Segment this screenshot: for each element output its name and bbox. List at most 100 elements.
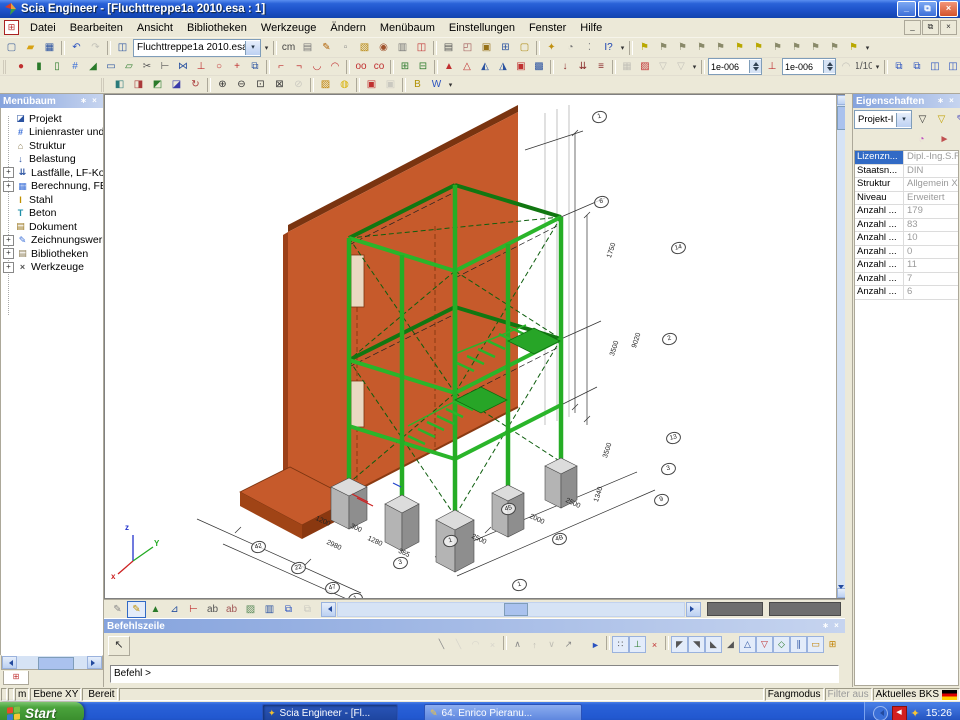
- sidebar-item-stahl[interactable]: IStahl: [1, 193, 103, 207]
- show-hatching-icon[interactable]: ▨: [241, 601, 260, 618]
- close-panel-icon[interactable]: ×: [946, 96, 957, 107]
- table-edit-icon[interactable]: ⊟: [414, 58, 432, 75]
- tray-volume-icon[interactable]: ◀: [892, 706, 907, 720]
- hinge-co-icon[interactable]: co: [370, 58, 388, 75]
- menu-bearbeiten[interactable]: Bearbeiten: [63, 20, 130, 36]
- minimize-button[interactable]: _: [897, 1, 916, 17]
- zoom-document-icon[interactable]: ◔: [561, 39, 580, 56]
- property-row[interactable]: Anzahl ...7: [855, 273, 958, 287]
- sidebar-item-linienraster-und-g[interactable]: #Linienraster und G: [1, 126, 103, 140]
- member-column-icon[interactable]: ▯: [48, 58, 66, 75]
- view-params-dropdown-icon[interactable]: ▾: [863, 44, 872, 52]
- property-row[interactable]: Anzahl ...11: [855, 259, 958, 273]
- snap-cursor-icon[interactable]: ►: [587, 636, 604, 653]
- hinge-link-icon[interactable]: ◡: [308, 58, 326, 75]
- clipboard-icon[interactable]: ▧: [355, 39, 374, 56]
- render-options-icon[interactable]: ▥: [393, 39, 412, 56]
- support-hinged-icon[interactable]: △: [458, 58, 476, 75]
- menu-bibliotheken[interactable]: Bibliotheken: [180, 20, 254, 36]
- combobox-arrow-icon[interactable]: ▾: [245, 41, 260, 55]
- cut-member-icon[interactable]: ✂: [138, 58, 156, 75]
- snap-table-icon[interactable]: ⊞: [824, 636, 841, 653]
- wireframe-icon[interactable]: W: [427, 76, 446, 93]
- minimized-window-bar-1[interactable]: [707, 602, 763, 616]
- property-label[interactable]: Struktur: [855, 178, 904, 191]
- intersect-icon[interactable]: ⋈: [174, 58, 192, 75]
- tab-menubaum[interactable]: ⊞: [3, 671, 29, 685]
- property-label[interactable]: Staatsn...: [855, 165, 904, 178]
- sidebar-item-lastfälle-lf-komb[interactable]: +⇊Lastfälle, LF-Komb: [1, 166, 103, 180]
- snap-line-icon[interactable]: ╲: [433, 636, 450, 653]
- results-window-icon[interactable]: ◫: [412, 39, 431, 56]
- precision-dropdown-icon[interactable]: ▾: [873, 63, 882, 71]
- picture-gallery-icon[interactable]: ▣: [477, 39, 496, 56]
- load-line-icon[interactable]: ⇊: [574, 58, 592, 75]
- duplicate-icon[interactable]: ⧉: [246, 58, 264, 75]
- palette-settings-icon[interactable]: ◉: [374, 39, 393, 56]
- pin-icon[interactable]: ∗: [935, 96, 946, 107]
- panel-splitter[interactable]: [845, 94, 853, 687]
- zoom-all-icon[interactable]: ⊠: [270, 76, 289, 93]
- scroll-down-icon[interactable]: [837, 588, 845, 598]
- property-row[interactable]: NiveauErweitert: [855, 192, 958, 206]
- tray-clock[interactable]: 15:26: [926, 707, 952, 719]
- view-parameters-doc-icon[interactable]: ⧉: [279, 601, 298, 618]
- property-label[interactable]: Niveau: [855, 192, 904, 205]
- status-filter[interactable]: Filter aus: [825, 688, 872, 701]
- viewport-hscrollbar[interactable]: [337, 602, 685, 617]
- zoom-in-icon[interactable]: ⊕: [213, 76, 232, 93]
- table-add-icon[interactable]: ⊞: [396, 58, 414, 75]
- help-dropdown-icon[interactable]: ▾: [618, 44, 627, 52]
- save-project-icon[interactable]: ▦: [40, 39, 59, 56]
- plate-icon[interactable]: ▱: [120, 58, 138, 75]
- view-param-12-icon[interactable]: ⚑: [844, 39, 863, 56]
- snap-inverse-icon[interactable]: ▽: [756, 636, 773, 653]
- tree-expand-icon[interactable]: +: [3, 248, 14, 259]
- document-add-icon[interactable]: ⊞: [496, 39, 515, 56]
- scroll-left-icon[interactable]: [2, 656, 17, 669]
- menu-hilfe[interactable]: Hilfe: [573, 20, 609, 36]
- undo-icon[interactable]: ↶: [67, 39, 86, 56]
- view-param-4-icon[interactable]: ⚑: [692, 39, 711, 56]
- close-panel-icon[interactable]: ×: [89, 96, 100, 107]
- hinge-link-2-icon[interactable]: ◠: [326, 58, 344, 75]
- tree-expand-icon[interactable]: +: [3, 262, 14, 273]
- property-row[interactable]: Anzahl ...10: [855, 232, 958, 246]
- taskbar-task[interactable]: ✦Scia Engineer - [Fl...: [262, 704, 398, 720]
- view-param-10-icon[interactable]: ⚑: [806, 39, 825, 56]
- close-panel-icon[interactable]: ×: [831, 621, 842, 632]
- menu-menübaum[interactable]: Menübaum: [373, 20, 442, 36]
- selection-filter-icon[interactable]: ▫: [336, 39, 355, 56]
- sidebar-item-struktur[interactable]: ⌂Struktur: [1, 139, 103, 153]
- new-document-icon[interactable]: ▢: [2, 39, 21, 56]
- render-toggle-icon[interactable]: ✎: [127, 601, 146, 618]
- mdi-close-button[interactable]: ×: [940, 20, 957, 35]
- property-label[interactable]: Anzahl ...: [855, 205, 904, 218]
- precision-spinner-2[interactable]: 1e-006: [782, 58, 836, 75]
- property-row[interactable]: StrukturAllgemein XYZ: [855, 178, 958, 192]
- spinner-arrows-icon[interactable]: [823, 60, 835, 73]
- scale-ratio-icon[interactable]: 1/10: [855, 58, 873, 75]
- mdi-restore-button[interactable]: ⧉: [922, 20, 939, 35]
- support-rotation-icon[interactable]: ▣: [512, 58, 530, 75]
- snap-angle-icon[interactable]: ∧: [509, 636, 526, 653]
- snap-box-icon[interactable]: ▭: [807, 636, 824, 653]
- tree-hscrollbar[interactable]: [1, 655, 103, 670]
- zoom-out-icon[interactable]: ⊖: [232, 76, 251, 93]
- show-sections-icon[interactable]: ▥: [260, 601, 279, 618]
- view-top-icon[interactable]: ◧: [110, 76, 129, 93]
- document-page-icon[interactable]: ▢: [515, 39, 534, 56]
- spinner-arrows-icon[interactable]: [749, 60, 761, 73]
- start-button[interactable]: Start: [0, 702, 84, 720]
- weld-icon[interactable]: +: [228, 58, 246, 75]
- wizard-icon[interactable]: ✦: [542, 39, 561, 56]
- snap-midpoint-icon[interactable]: ◥: [688, 636, 705, 653]
- chart-pie-icon[interactable]: ◔: [912, 131, 931, 148]
- snap-direction-icon[interactable]: ↗: [560, 636, 577, 653]
- project-combobox[interactable]: Fluchttreppe1a 2010.esa▾: [133, 39, 261, 57]
- edit-pencil-icon[interactable]: ✎: [951, 111, 960, 128]
- sidebar-item-berechnung-fe-n[interactable]: +▦Berechnung, FE-N: [1, 180, 103, 194]
- snap-grid-icon[interactable]: ∷: [612, 636, 629, 653]
- status-plane[interactable]: Ebene XY: [30, 688, 81, 701]
- property-row[interactable]: Anzahl ...6: [855, 286, 958, 300]
